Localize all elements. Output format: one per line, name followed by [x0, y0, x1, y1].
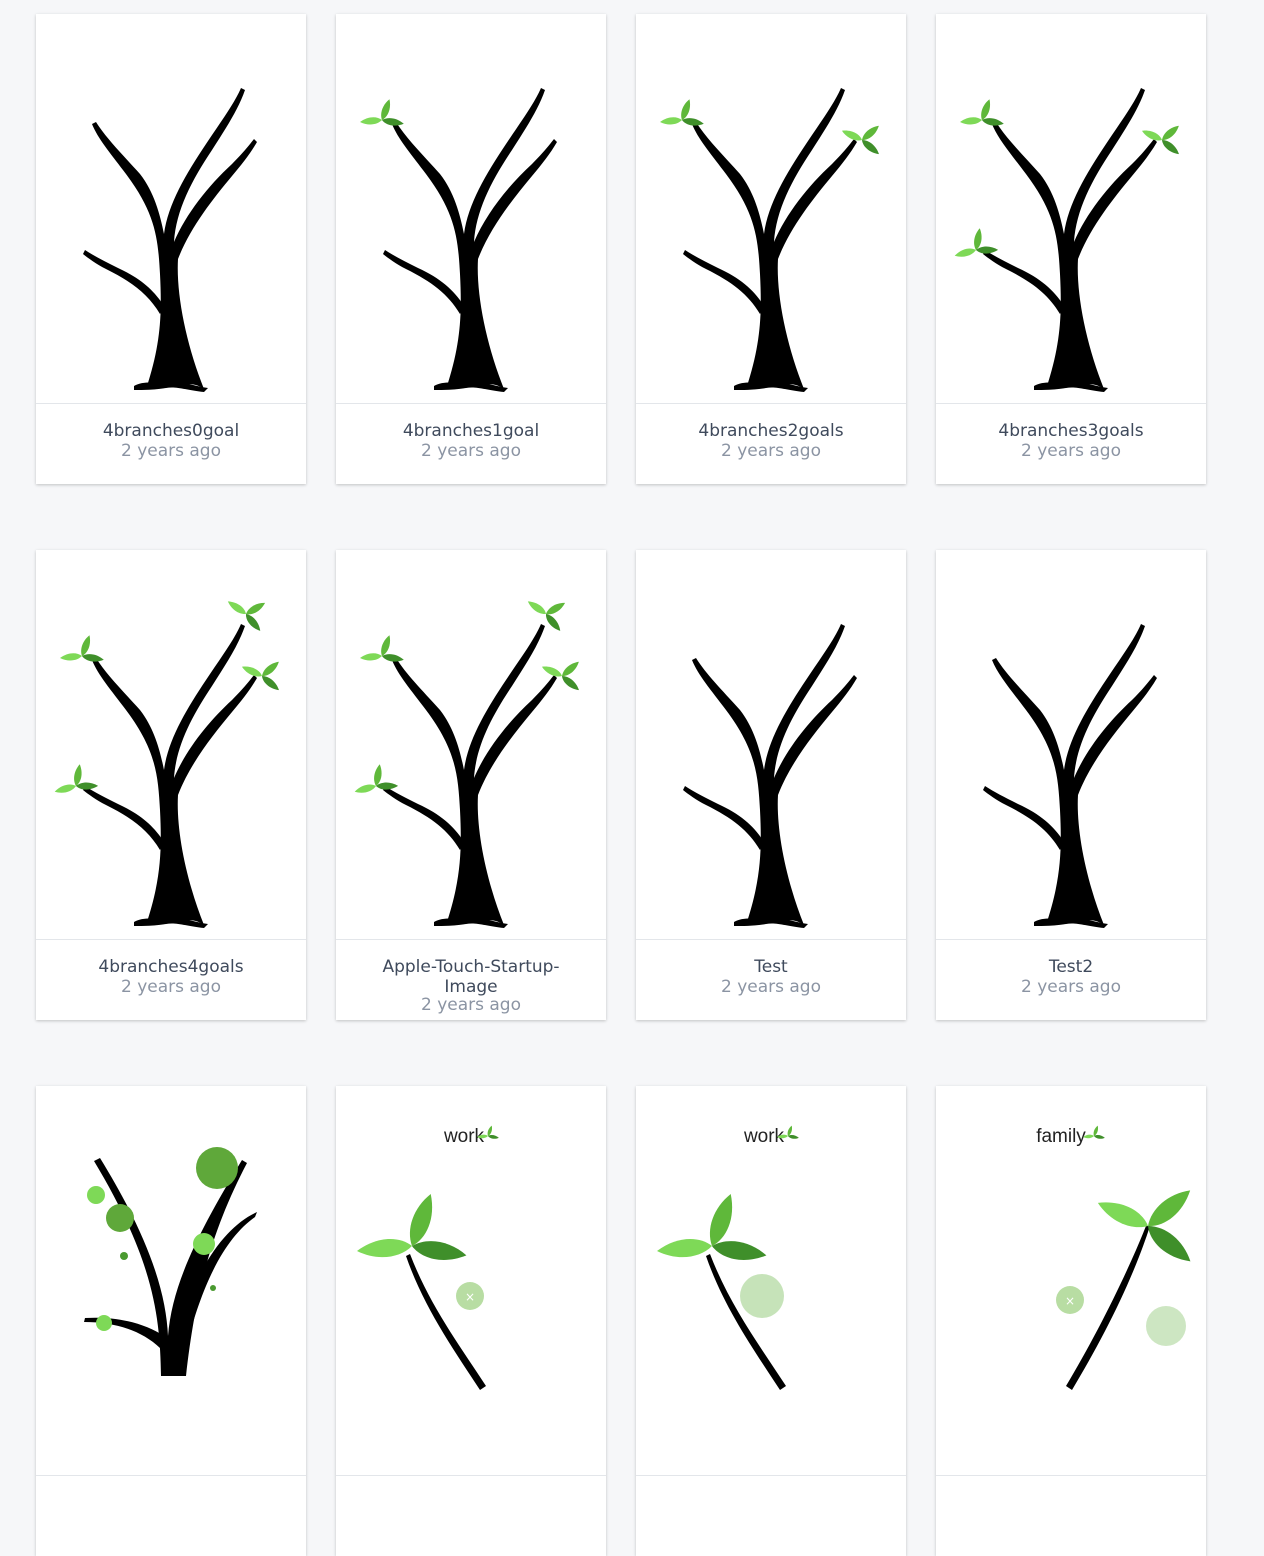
tree-trunk [683, 624, 857, 926]
goal-leaves [360, 99, 404, 126]
image-thumbnail[interactable] [936, 14, 1206, 404]
tree-thumbnail [983, 624, 1157, 928]
image-card[interactable]: Test 2 years ago [636, 550, 906, 1020]
thumbnail-label: family [1036, 1126, 1086, 1147]
goal-dot [193, 1233, 215, 1255]
goal-dot [210, 1285, 216, 1291]
card-meta: Apple-Touch-Startup-Image 2 years ago [336, 940, 606, 1020]
image-card[interactable]: 4branches1goal 2 years ago [336, 14, 606, 484]
tree-trunk [383, 624, 557, 926]
tree-dots-thumbnail [84, 1147, 257, 1376]
image-age: 2 years ago [420, 995, 522, 1015]
image-card[interactable]: 4branches2goals 2 years ago [636, 14, 906, 484]
goal-leaves [657, 1194, 767, 1260]
branch [706, 1254, 786, 1390]
card-meta: 4branches1goal 2 years ago [336, 404, 606, 484]
image-thumbnail[interactable]: family × [936, 1086, 1206, 1476]
tree-thumbnail [54, 601, 279, 928]
leaf-label-thumbnail: family × [1036, 1125, 1191, 1390]
tree-thumbnail [354, 601, 579, 928]
image-thumbnail[interactable]: work × [336, 1086, 606, 1476]
image-age: 2 years ago [720, 977, 822, 997]
tree-thumbnail [83, 88, 257, 392]
card-meta: 4branches2goals 2 years ago [636, 404, 906, 484]
tree-thumbnail [660, 88, 879, 392]
leaf-label-thumbnail: work× [357, 1125, 499, 1390]
image-name[interactable]: 4branches1goal [366, 421, 576, 441]
image-name[interactable]: 4branches2goals [666, 421, 876, 441]
image-card[interactable]: Apple-Touch-Startup-Image 2 years ago [336, 550, 606, 1020]
goal-leaves [227, 601, 266, 631]
image-card[interactable]: work × [336, 1086, 606, 1556]
image-age: 2 years ago [120, 977, 222, 997]
image-card[interactable] [36, 1086, 306, 1556]
image-age: 2 years ago [120, 441, 222, 461]
image-name[interactable]: 4branches0goal [66, 421, 276, 441]
card-meta: 4branches0goal 2 years ago [36, 404, 306, 484]
image-name[interactable]: Test2 [966, 957, 1176, 977]
goal-dot [106, 1204, 134, 1232]
image-thumbnail[interactable] [36, 14, 306, 404]
image-thumbnail[interactable] [936, 550, 1206, 940]
tree-trunk [83, 88, 257, 390]
goal-leaves [60, 635, 104, 662]
image-thumbnail[interactable] [636, 550, 906, 940]
tree-thumbnail [683, 624, 857, 928]
image-name[interactable]: Test [666, 957, 876, 977]
tree-trunk [383, 88, 557, 390]
goal-leaves [357, 1194, 467, 1260]
image-grid: 4branches0goal 2 years ago 4branches1goa… [0, 0, 1264, 1556]
image-card[interactable]: 4branches3goals 2 years ago [936, 14, 1206, 484]
image-thumbnail[interactable] [36, 1086, 306, 1476]
leaf-label-thumbnail: work [657, 1125, 799, 1390]
tree-trunk [983, 624, 1157, 926]
goal-leaves [1097, 1190, 1191, 1262]
tree-thumbnail [360, 88, 557, 392]
image-age: 2 years ago [1020, 977, 1122, 997]
card-meta: 4branches4goals 2 years ago [36, 940, 306, 1020]
image-card[interactable]: work [636, 1086, 906, 1556]
image-thumbnail[interactable] [36, 550, 306, 940]
image-name[interactable]: 4branches4goals [66, 957, 276, 977]
goal-leaves [660, 99, 704, 126]
image-card[interactable]: Test2 2 years ago [936, 550, 1206, 1020]
goal-leaves [360, 635, 404, 662]
image-card[interactable]: 4branches4goals 2 years ago [36, 550, 306, 1020]
close-icon: × [465, 1290, 475, 1304]
close-icon: × [1065, 1294, 1075, 1308]
image-age: 2 years ago [720, 441, 822, 461]
branch [406, 1254, 486, 1390]
goal-leaves [1083, 1125, 1105, 1139]
goal-dot [87, 1186, 105, 1204]
card-meta: Test 2 years ago [636, 940, 906, 1020]
image-thumbnail[interactable] [336, 14, 606, 404]
image-thumbnail[interactable] [636, 14, 906, 404]
image-name[interactable]: 4branches3goals [966, 421, 1176, 441]
goal-dot [120, 1252, 128, 1260]
image-card[interactable]: family × [936, 1086, 1206, 1556]
tree-trunk [84, 1158, 257, 1376]
image-age: 2 years ago [420, 441, 522, 461]
goal-leaves [527, 601, 566, 631]
image-thumbnail[interactable]: work [636, 1086, 906, 1476]
goal-leaves [960, 99, 1004, 126]
tree-thumbnail [954, 88, 1179, 392]
card-meta: Test2 2 years ago [936, 940, 1206, 1020]
image-age: 2 years ago [1020, 441, 1122, 461]
image-card[interactable]: 4branches0goal 2 years ago [36, 14, 306, 484]
tree-trunk [83, 624, 257, 926]
faded-leaf [1146, 1306, 1186, 1346]
image-thumbnail[interactable] [336, 550, 606, 940]
card-meta: 4branches3goals 2 years ago [936, 404, 1206, 484]
tree-trunk [983, 88, 1157, 390]
tree-trunk [683, 88, 857, 390]
faded-leaf [740, 1274, 784, 1318]
goal-dot [96, 1315, 112, 1331]
image-name[interactable]: Apple-Touch-Startup-Image [376, 957, 566, 997]
goal-dot [196, 1147, 238, 1189]
